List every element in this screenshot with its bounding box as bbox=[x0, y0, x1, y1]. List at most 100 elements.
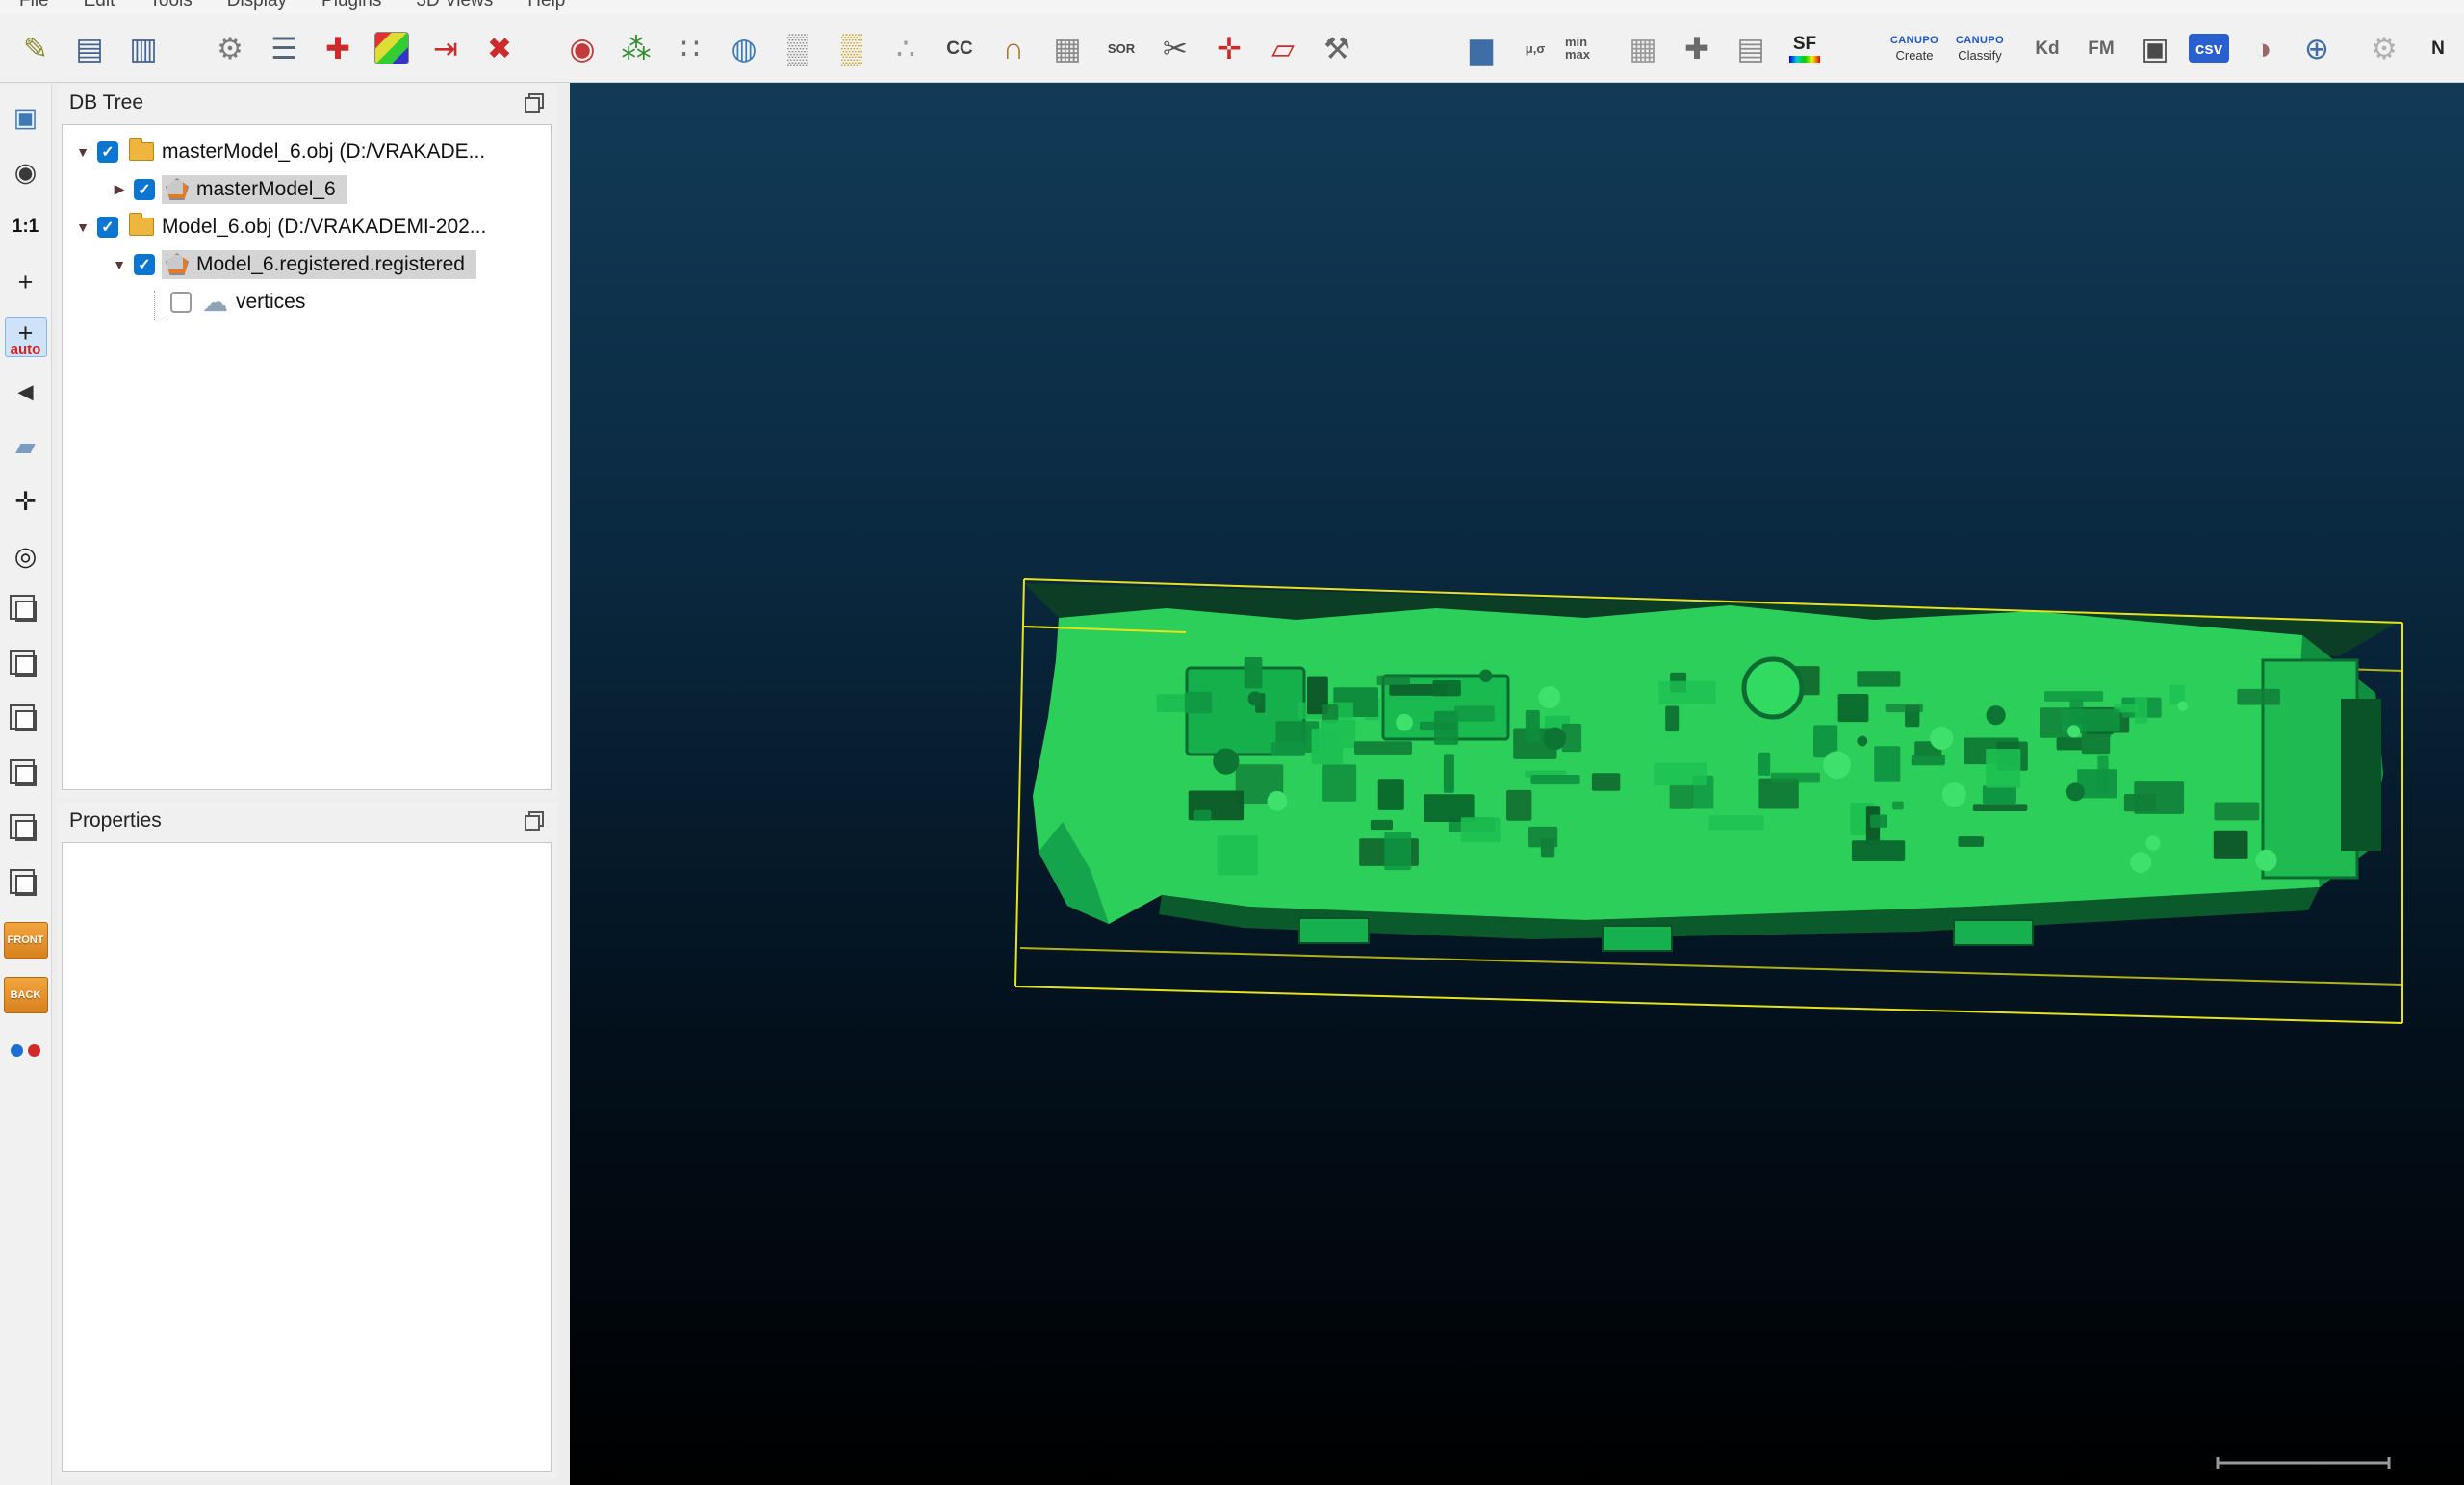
toolbar-group-scalar-fields: ▆μ,σmin max▦✚▤SF bbox=[1457, 21, 1829, 75]
delete-button[interactable]: ✖ bbox=[475, 21, 524, 75]
menu-item-help[interactable]: Help bbox=[527, 0, 565, 14]
canupo-create-button[interactable]: CANUPOCreate bbox=[1885, 21, 1944, 75]
auto-pivot-button[interactable]: +auto bbox=[5, 317, 47, 357]
visibility-checkbox[interactable]: ✓ bbox=[134, 254, 155, 275]
clone-button[interactable]: ◉ bbox=[558, 21, 606, 75]
sf-gaussian-filter-button[interactable]: μ,σ bbox=[1511, 21, 1559, 75]
visibility-checkbox[interactable] bbox=[170, 292, 192, 313]
open-button[interactable]: ✎ bbox=[12, 21, 60, 75]
statistical-test-button[interactable]: ∩ bbox=[989, 21, 1038, 75]
plugin-settings-button[interactable]: ⚙ bbox=[2360, 21, 2408, 75]
show-scalar-field-button[interactable]: SF bbox=[1781, 21, 1829, 75]
expander-icon[interactable]: ▼ bbox=[105, 257, 134, 272]
close-entity-button[interactable]: ⇥ bbox=[422, 21, 470, 75]
tree-item-selected[interactable]: masterModel_6 bbox=[162, 175, 347, 204]
expander-icon[interactable]: ▼ bbox=[68, 219, 97, 235]
compute-normals-button[interactable]: ◍ bbox=[720, 21, 768, 75]
zoom-on-selection-button[interactable]: ◎ bbox=[5, 536, 47, 576]
cross-section-button[interactable]: ▱ bbox=[1259, 21, 1307, 75]
expander-icon[interactable]: ▼ bbox=[68, 144, 97, 160]
visibility-checkbox[interactable]: ✓ bbox=[97, 141, 118, 163]
menu-item-tools[interactable]: Tools bbox=[149, 0, 192, 14]
poisson-recon-button[interactable]: ◑ bbox=[2239, 21, 2287, 75]
tree-item-selected[interactable]: Model_6.registered.registered bbox=[162, 250, 476, 279]
canupo-classify-button[interactable]: CANUPOClassify bbox=[1950, 21, 2010, 75]
display-settings-button[interactable]: ⚙ bbox=[206, 21, 254, 75]
sample-points-button[interactable]: ▒ bbox=[828, 21, 876, 75]
float-panel-icon[interactable] bbox=[525, 811, 544, 831]
visibility-checkbox[interactable]: ✓ bbox=[134, 179, 155, 200]
merge-button[interactable]: ⁂ bbox=[612, 21, 660, 75]
tree-item-content[interactable]: Model_6.obj (D:/VRAKADEMI-202... bbox=[125, 213, 498, 242]
global-zoom-button[interactable]: + bbox=[5, 262, 47, 302]
window-n-label[interactable]: N bbox=[2414, 21, 2462, 75]
save-all-button[interactable]: ▥ bbox=[119, 21, 167, 75]
stereo-mode-button[interactable] bbox=[5, 1030, 47, 1070]
save-button[interactable]: ▤ bbox=[65, 21, 114, 75]
tree-item-content[interactable]: masterModel_6.obj (D:/VRAKADE... bbox=[125, 138, 497, 166]
menu-item-display[interactable]: Display bbox=[227, 0, 287, 14]
view-left-button[interactable] bbox=[5, 701, 47, 741]
ortho-perspective-button[interactable]: ▰ bbox=[5, 426, 47, 467]
properties-list-button[interactable]: ☰ bbox=[260, 21, 308, 75]
global-shift-button[interactable]: ⊕ bbox=[2293, 21, 2341, 75]
subsample-button[interactable]: ∷ bbox=[666, 21, 714, 75]
viewport-canvas[interactable] bbox=[570, 83, 2464, 1485]
view-top-button[interactable] bbox=[5, 591, 47, 631]
segment-button[interactable]: ✂ bbox=[1151, 21, 1199, 75]
tree-item[interactable]: ☁vertices bbox=[68, 283, 551, 320]
view-front-iso-button[interactable]: FRONT bbox=[5, 920, 47, 960]
apply-transformation-button[interactable]: ✚ bbox=[314, 21, 362, 75]
kd-tree-button[interactable]: Kd bbox=[2023, 21, 2071, 75]
toolbar-group-plugins: KdFM▣csv◑⊕ bbox=[2023, 21, 2341, 75]
tree-item-label: masterModel_6.obj (D:/VRAKADE... bbox=[162, 141, 485, 164]
pick-rotation-center-button[interactable]: ◄ bbox=[5, 371, 47, 412]
level-tool-button[interactable]: ⚒ bbox=[1313, 21, 1361, 75]
octree-button[interactable]: ▒ bbox=[774, 21, 822, 75]
properties-body bbox=[62, 842, 552, 1472]
properties-panel: Properties bbox=[56, 802, 557, 1479]
3d-viewport[interactable] bbox=[570, 83, 2464, 1485]
menu-item-plugins[interactable]: Plugins bbox=[321, 0, 381, 14]
view-bottom-button[interactable] bbox=[5, 865, 47, 906]
view-cube-icon bbox=[15, 601, 37, 622]
view-back-iso-button[interactable]: BACK bbox=[5, 975, 47, 1015]
visibility-checkbox[interactable]: ✓ bbox=[97, 217, 118, 238]
sor-filter-button[interactable]: SOR bbox=[1097, 21, 1145, 75]
zoom-1-1-button[interactable]: 1:1 bbox=[5, 207, 47, 247]
facets-button[interactable]: FM bbox=[2077, 21, 2125, 75]
menu-item-edit[interactable]: Edit bbox=[84, 0, 116, 14]
db-tree-body: ▼✓masterModel_6.obj (D:/VRAKADE...▶✓mast… bbox=[62, 124, 552, 790]
interpolate-button[interactable]: ∴ bbox=[882, 21, 930, 75]
view-back-button[interactable] bbox=[5, 810, 47, 851]
menu-item-file[interactable]: File bbox=[19, 0, 49, 14]
menu-item-3d-views[interactable]: 3D Views bbox=[416, 0, 493, 14]
sf-minmax-button[interactable]: min max bbox=[1565, 21, 1613, 75]
pivot-visibility-button[interactable]: ✛ bbox=[5, 481, 47, 522]
tree-item[interactable]: ▼✓ masterModel_6.obj (D:/VRAKADE... bbox=[68, 133, 551, 170]
cloud-cloud-distance-button[interactable]: CC bbox=[936, 21, 984, 75]
properties-title: Properties bbox=[69, 809, 162, 832]
tree-item[interactable]: ▶✓ masterModel_6 bbox=[68, 170, 551, 208]
view-right-button[interactable] bbox=[5, 755, 47, 796]
sf-arithmetic-button[interactable]: ▤ bbox=[1727, 21, 1775, 75]
add-sf-button[interactable]: ✚ bbox=[1673, 21, 1721, 75]
view-front-button[interactable] bbox=[5, 646, 47, 686]
camera-settings-button[interactable]: ◉ bbox=[5, 152, 47, 192]
view-toolbar: ▣ ◉ 1:1 + +auto ◄ ▰ ✛ ◎ FRONT BACK bbox=[0, 84, 52, 1485]
tree-item[interactable]: ▼✓ Model_6.registered.registered bbox=[68, 245, 551, 283]
float-panel-icon[interactable] bbox=[525, 93, 544, 113]
render-screenshot-button[interactable]: ▣ bbox=[5, 97, 47, 138]
translate-rotate-button[interactable]: ✛ bbox=[1205, 21, 1253, 75]
histogram-button[interactable]: ▆ bbox=[1457, 21, 1505, 75]
tree-item-label: vertices bbox=[236, 291, 305, 314]
set-color-button[interactable] bbox=[368, 21, 416, 75]
sf-filter-button[interactable]: ▦ bbox=[1619, 21, 1667, 75]
tree-item-content[interactable]: ☁vertices bbox=[198, 288, 317, 317]
m3c2-button[interactable]: ▣ bbox=[2131, 21, 2179, 75]
csv-export-button[interactable]: csv bbox=[2185, 21, 2233, 75]
iso-view-icon: BACK bbox=[4, 977, 48, 1013]
expander-icon[interactable]: ▶ bbox=[105, 181, 134, 197]
noise-filter-button[interactable]: ▦ bbox=[1043, 21, 1091, 75]
tree-item[interactable]: ▼✓ Model_6.obj (D:/VRAKADEMI-202... bbox=[68, 208, 551, 245]
